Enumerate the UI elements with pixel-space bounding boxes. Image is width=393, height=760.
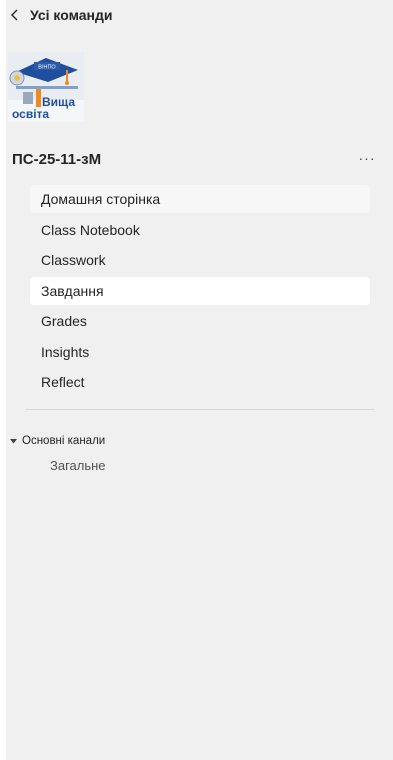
team-logo: ВІНПО Вища освіта [8, 52, 84, 122]
nav-item-grades[interactable]: Grades [30, 307, 370, 335]
more-options-button[interactable]: ··· [356, 149, 378, 167]
logo-text-2: освіта [12, 107, 49, 121]
nav-item-class-notebook[interactable]: Class Notebook [30, 216, 370, 244]
team-name: ПС-25-11-зМ [12, 151, 102, 168]
nav-item-home[interactable]: Домашня сторінка [30, 185, 370, 213]
channel-item-general[interactable]: Загальне [50, 458, 106, 476]
team-nav: Домашня сторінка Class Notebook Classwor… [30, 185, 370, 399]
caret-down-icon [10, 439, 17, 444]
back-label: Усі команди [30, 7, 113, 23]
nav-item-insights[interactable]: Insights [30, 338, 370, 366]
nav-item-reflect[interactable]: Reflect [30, 368, 370, 396]
nav-item-classwork[interactable]: Classwork [30, 246, 370, 274]
channel-group-label: Основні канали [22, 435, 106, 447]
channel-group-main[interactable]: Основні канали [10, 433, 105, 449]
nav-item-assignments[interactable]: Завдання [30, 276, 370, 305]
logo-top-text: ВІНПО [38, 65, 56, 71]
divider [26, 409, 374, 410]
chevron-left-icon [11, 9, 18, 21]
back-to-all-teams-button[interactable]: Усі команди [10, 4, 113, 26]
